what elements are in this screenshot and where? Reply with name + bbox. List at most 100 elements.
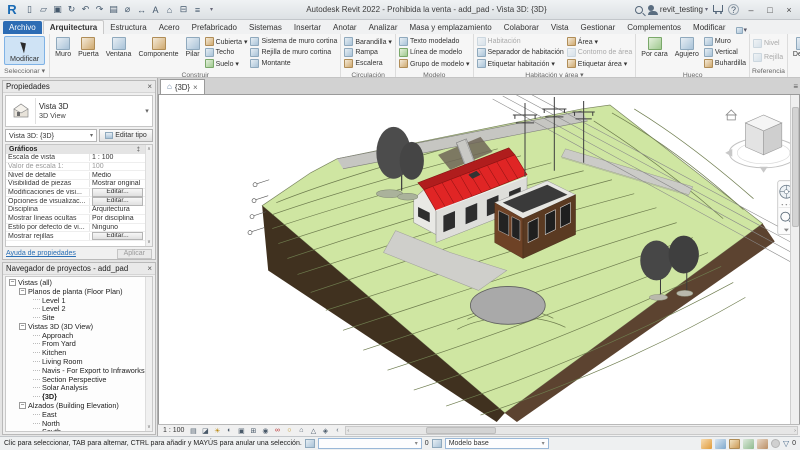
tree-item-3d-current[interactable]: {3D} — [6, 392, 145, 401]
ribbon-display-toggle-icon[interactable]: ▾ — [735, 26, 747, 34]
hueco-muro-button[interactable]: Muro — [703, 36, 746, 47]
edit-type-button[interactable]: Editar tipo — [99, 129, 153, 142]
editar-rejillas-button[interactable]: Editar... — [92, 231, 143, 241]
viewbar-collapse-icon[interactable]: ‹ — [331, 426, 343, 436]
tab-arquitectura[interactable]: Arquitectura — [42, 20, 105, 34]
tab-estructura[interactable]: Estructura — [104, 21, 152, 34]
select-by-face-icon[interactable] — [742, 438, 754, 449]
view-tab-close-icon[interactable]: × — [193, 83, 198, 92]
expander-icon[interactable]: − — [9, 278, 16, 286]
linea-modelo-button[interactable]: Línea de modelo — [398, 47, 470, 58]
tab-insertar[interactable]: Insertar — [288, 21, 327, 34]
text-icon[interactable]: A — [149, 3, 162, 17]
sistema-muro-cortina-button[interactable]: Sistema de muro cortina — [250, 36, 337, 47]
barandilla-button[interactable]: Barandilla ▾ — [344, 36, 392, 47]
maximize-button[interactable]: □ — [763, 5, 777, 15]
temporary-view-properties-icon[interactable]: ⌂ — [295, 426, 307, 436]
vertical-scroll-thumb[interactable] — [791, 107, 799, 227]
design-options-icon[interactable] — [431, 439, 442, 448]
print-icon[interactable]: ▤ — [107, 3, 120, 17]
tab-modificar[interactable]: Modificar — [687, 21, 731, 34]
prop-row-disciplina[interactable]: Disciplina Arquitectura — [6, 206, 145, 215]
worksharing-display-icon[interactable] — [770, 439, 780, 448]
drawing-viewport[interactable] — [158, 94, 800, 424]
detail-level-icon[interactable]: ▤ — [187, 426, 199, 436]
suelo-button[interactable]: Suelo ▾ — [204, 58, 248, 69]
tab-vista[interactable]: Vista — [545, 21, 575, 34]
undo-icon[interactable]: ↶ — [79, 3, 92, 17]
montante-button[interactable]: Montante — [250, 58, 337, 69]
tab-masa-emplazamiento[interactable]: Masa y emplazamiento — [404, 21, 498, 34]
prop-row-escala[interactable]: Escala de vista 1 : 100 — [6, 154, 145, 163]
reveal-hidden-elements-icon[interactable]: ○ — [283, 426, 295, 436]
hueco-buhardilla-button[interactable]: Buhardilla — [703, 58, 746, 69]
properties-scrollbar[interactable]: ∧ ∨ — [145, 145, 152, 246]
ventana-button[interactable]: Ventana — [104, 35, 134, 70]
tree-item-east[interactable]: East — [6, 410, 145, 419]
tree-item-section-perspective[interactable]: Section Perspective — [6, 375, 145, 384]
type-selector[interactable]: Vista 3D 3D View ▾ — [5, 95, 153, 127]
properties-close-icon[interactable]: × — [147, 82, 152, 91]
sync-icon[interactable]: ↻ — [65, 3, 78, 17]
tree-item-vistas[interactable]: − Vistas (all) — [6, 278, 145, 287]
reveal-constraints-icon[interactable]: ◈ — [319, 426, 331, 436]
tree-item-level1[interactable]: Level 1 — [6, 296, 145, 305]
tree-item-living-room[interactable]: Living Room — [6, 357, 145, 366]
locked-orientation-icon[interactable]: ◉ — [259, 426, 271, 436]
tree-item-from-yard[interactable]: From Yard — [6, 339, 145, 348]
show-crop-region-icon[interactable]: ⊞ — [247, 426, 259, 436]
tab-colaborar[interactable]: Colaborar — [498, 21, 545, 34]
tab-strip-menu-icon[interactable]: ≡ — [793, 82, 798, 91]
analytical-model-icon[interactable]: △ — [307, 426, 319, 436]
viewcube[interactable] — [725, 109, 799, 173]
type-selector-arrow-icon[interactable]: ▾ — [142, 107, 152, 115]
tree-item-solar-analysis[interactable]: Solar Analysis — [6, 383, 145, 392]
editar-visibilidad-button[interactable]: Editar... — [92, 188, 143, 197]
search-icon[interactable] — [634, 5, 643, 14]
cubierta-button[interactable]: Cubierta ▾ — [204, 36, 247, 47]
horizontal-scrollbar[interactable]: ‹ › — [345, 426, 798, 435]
texto-modelado-button[interactable]: Texto modelado — [398, 36, 470, 47]
revit-logo[interactable]: R — [4, 2, 20, 18]
etiquetar-habitacion-button[interactable]: Etiquetar habitación ▾ — [476, 58, 564, 69]
editar-opciones-button[interactable]: Editar... — [92, 196, 143, 206]
tree-item-kitchen[interactable]: Kitchen — [6, 348, 145, 357]
select-pinned-icon[interactable] — [728, 438, 740, 449]
crop-view-icon[interactable]: ▣ — [235, 426, 247, 436]
panel-title-seleccionar[interactable]: Seleccionar ▾ — [0, 67, 49, 77]
new-file-icon[interactable]: ▯ — [23, 3, 36, 17]
definir-button[interactable]: Definir — [791, 35, 800, 70]
aligned-dimension-icon[interactable]: ↔ — [135, 3, 148, 17]
tab-archivo[interactable]: Archivo — [3, 21, 42, 34]
viewcube-home-icon[interactable] — [725, 109, 738, 121]
area-button[interactable]: Área ▾ — [566, 36, 632, 47]
tree-item-south[interactable]: South — [6, 427, 145, 431]
expander-icon[interactable]: − — [19, 287, 26, 295]
tree-item-north[interactable]: North — [6, 419, 145, 428]
tab-prefabricado[interactable]: Prefabricado — [186, 21, 243, 34]
vertical-scrollbar[interactable] — [790, 95, 799, 424]
view-scale[interactable]: 1 : 100 — [160, 427, 187, 434]
panel-title-habitacion-area[interactable]: Habitación y área ▾ — [474, 71, 636, 77]
rampa-button[interactable]: Rampa — [344, 47, 392, 58]
tab-sistemas[interactable]: Sistemas — [243, 21, 288, 34]
active-workset-dropdown[interactable]: ▾ — [317, 438, 422, 449]
open-file-icon[interactable]: ▱ — [37, 3, 50, 17]
selection-filter-icon[interactable]: ▽ — [783, 439, 789, 448]
grupo-modelo-button[interactable]: Grupo de modelo ▾ — [398, 58, 470, 69]
tree-item-approach[interactable]: Approach — [6, 331, 145, 340]
modify-button[interactable]: Modificar — [4, 36, 46, 65]
graphics-section-header[interactable]: Gráficos — [9, 146, 37, 153]
tab-analizar[interactable]: Analizar — [363, 21, 404, 34]
help-icon[interactable]: ? — [728, 4, 739, 15]
browser-scrollbar[interactable]: ∨ — [145, 277, 152, 431]
por-cara-button[interactable]: Por cara — [639, 35, 669, 70]
design-options-dropdown[interactable]: Modelo base ▾ — [444, 438, 549, 449]
save-icon[interactable]: ▣ — [51, 3, 64, 17]
drag-on-selection-icon[interactable] — [756, 438, 768, 449]
agujero-button[interactable]: Agujero — [673, 35, 701, 70]
rejilla-muro-cortina-button[interactable]: Rejilla de muro cortina — [250, 47, 337, 58]
tree-item-vistas-3d[interactable]: − Vistas 3D (3D View) — [6, 322, 145, 331]
tree-item-planos-planta[interactable]: − Planos de planta (Floor Plan) — [6, 287, 145, 296]
tree-item-navis[interactable]: Navis - For Export to Infraworks — [6, 366, 145, 375]
